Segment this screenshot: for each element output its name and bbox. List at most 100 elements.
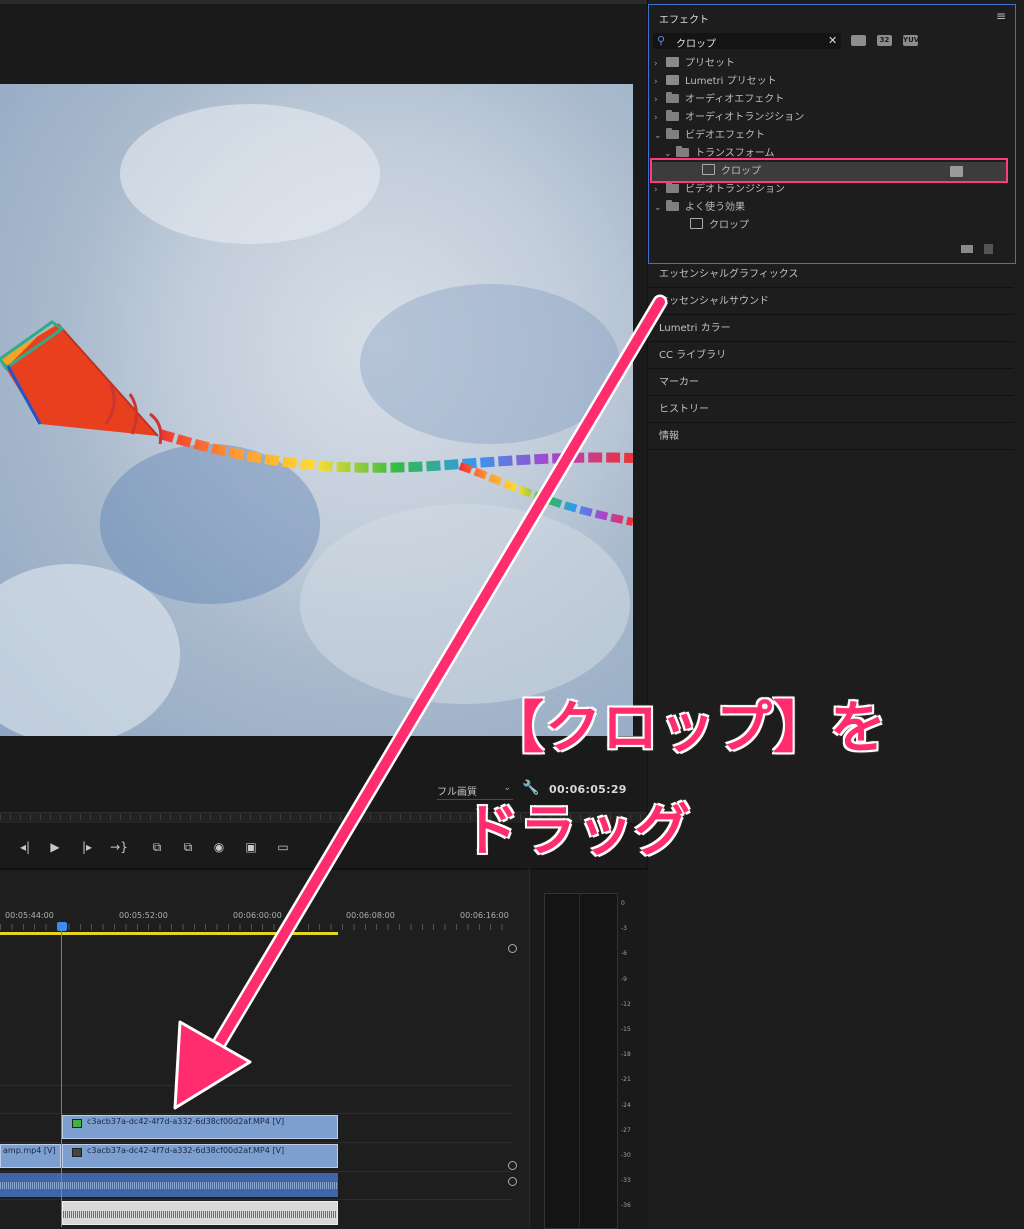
ruler-timecode: 00:05:44:00 — [5, 911, 54, 920]
chevron-right-icon[interactable]: › — [654, 73, 666, 91]
32bit-filter-icon[interactable]: 32 — [877, 35, 892, 46]
panel-tab[interactable]: Lumetri カラー — [648, 316, 1014, 342]
track-divider — [0, 1113, 512, 1114]
chevron-down-icon[interactable]: ⌄ — [654, 127, 666, 145]
effects-panel-title[interactable]: エフェクト — [659, 11, 709, 26]
tree-item-label: ビデオエフェクト — [685, 130, 765, 141]
ruler-timecode: 00:06:16:00 — [460, 911, 509, 920]
effect-folder[interactable]: ⌄ ビデオエフェクト — [654, 127, 765, 145]
waveform — [0, 1182, 61, 1189]
clip-v1[interactable]: c3acb37a-dc42-4f7d-a332-6d38cf00d2af.MP4… — [62, 1144, 338, 1168]
yuv-filter-icon[interactable]: YUV — [903, 35, 919, 46]
effect-folder[interactable]: › ビデオトランジション — [654, 181, 785, 199]
panel-tab[interactable]: エッセンシャルサウンド — [648, 289, 1014, 315]
fx-badge-icon — [72, 1148, 82, 1157]
annotation-line2: ドラッグ — [463, 799, 691, 864]
effect-folder[interactable]: › Lumetri プリセット — [654, 73, 777, 91]
scroll-handle[interactable] — [508, 944, 517, 953]
audio-meter — [544, 893, 618, 1229]
fx-badge-icon — [72, 1119, 82, 1128]
meter-db-label: -18 — [621, 1051, 631, 1059]
work-area-bar[interactable] — [0, 932, 338, 935]
panel-tab[interactable]: 情報 — [648, 424, 1014, 450]
track-divider — [0, 1085, 512, 1086]
meter-db-label: -6 — [621, 950, 627, 958]
playhead-line — [61, 930, 62, 1227]
meter-db-label: -30 — [621, 1152, 631, 1159]
trash-icon[interactable] — [984, 244, 993, 254]
effect-folder[interactable]: › オーディオエフェクト — [654, 91, 784, 109]
search-icon: ⚲ — [657, 34, 666, 47]
effect-folder[interactable]: › プリセット — [654, 55, 735, 73]
meter-db-label: -9 — [621, 975, 627, 983]
step-forward-icon[interactable]: |▸ — [76, 838, 98, 856]
tree-item-label: Lumetri プリセット — [685, 76, 777, 87]
meter-db-label: -3 — [621, 925, 627, 933]
panel-tab[interactable]: CC ライブラリ — [648, 343, 1014, 369]
meter-db-label: -33 — [621, 1177, 631, 1185]
meter-db-label: -15 — [621, 1026, 631, 1033]
accelerated-effects-filter-icon[interactable] — [851, 35, 866, 46]
meter-db-label: -21 — [621, 1076, 631, 1084]
effect-item[interactable]: クロップ — [678, 217, 749, 235]
tree-item-label: オーディオエフェクト — [685, 94, 785, 105]
chevron-right-icon[interactable]: › — [654, 109, 666, 127]
panel-tab[interactable]: マーカー — [648, 370, 1014, 396]
effects-search-value: クロップ — [676, 39, 716, 50]
tree-item-label: プリセット — [685, 58, 735, 69]
playhead-handle[interactable] — [57, 922, 67, 931]
folder-icon — [666, 92, 679, 103]
meter-db-label: 0 — [621, 900, 625, 907]
folder-icon — [666, 128, 679, 139]
chevron-right-icon[interactable]: › — [654, 91, 666, 109]
meter-db-label: -12 — [621, 1000, 631, 1008]
scroll-handle[interactable] — [508, 1161, 517, 1170]
track-divider — [0, 1199, 512, 1200]
meter-db-label: -36 — [621, 1202, 631, 1210]
effect-folder[interactable]: › オーディオトランジション — [654, 109, 804, 127]
annotation-line1: 【クロップ】を — [488, 696, 887, 761]
panel-tab[interactable]: ヒストリー — [648, 397, 1014, 423]
clip-v1-left[interactable]: amp.mp4 [V] — [0, 1144, 61, 1168]
scroll-handle[interactable] — [508, 1177, 517, 1186]
meter-divider — [579, 893, 580, 1227]
panel-menu-icon[interactable]: ≡ — [996, 9, 1006, 23]
chevron-right-icon[interactable]: › — [654, 55, 666, 73]
new-folder-icon[interactable] — [961, 245, 973, 253]
audio-clip-a1-left[interactable] — [0, 1173, 61, 1197]
folder-icon — [666, 182, 679, 193]
close-icon[interactable]: ✕ — [828, 34, 837, 47]
go-to-out-icon[interactable]: →} — [108, 838, 130, 856]
effect-folder[interactable]: ⌄ よく使う効果 — [654, 199, 745, 217]
audio-clip-a2[interactable] — [62, 1201, 338, 1225]
tree-item-label: ビデオトランジション — [685, 184, 785, 195]
folder-icon — [666, 110, 679, 121]
top-strip — [0, 0, 647, 4]
lift-icon[interactable]: ⧉ — [146, 838, 168, 856]
meter-db-label: -27 — [621, 1126, 631, 1134]
play-icon[interactable]: ▶ — [44, 838, 66, 856]
ruler-timecode: 00:06:00:00 — [233, 911, 282, 920]
chevron-down-icon[interactable]: ⌄ — [654, 199, 666, 217]
camera-icon[interactable]: ◉ — [208, 838, 230, 856]
preset-folder-icon — [666, 75, 679, 85]
ruler-timecode: 00:06:08:00 — [346, 911, 395, 920]
ruler-ticks — [0, 924, 512, 930]
panel-tab[interactable]: エッセンシャルグラフィックス — [648, 262, 1014, 288]
track-divider — [0, 1142, 512, 1143]
preset-folder-icon — [666, 57, 679, 67]
clip-v1-left-label: amp.mp4 [V] — [3, 1146, 56, 1155]
extract-icon[interactable]: ⧉ — [177, 838, 199, 856]
step-back-icon[interactable]: ◂| — [14, 838, 36, 856]
video-frame[interactable] — [0, 84, 633, 736]
chevron-right-icon[interactable]: › — [654, 181, 666, 199]
safe-margins-icon[interactable]: ▭ — [272, 838, 294, 856]
audio-clip-a1[interactable] — [62, 1173, 338, 1197]
compare-icon[interactable]: ▣ — [240, 838, 262, 856]
kite-image — [0, 320, 633, 526]
clip-v1-label: c3acb37a-dc42-4f7d-a332-6d38cf00d2af.MP4… — [87, 1146, 285, 1155]
folder-icon — [666, 200, 679, 211]
meter-db-label: -24 — [621, 1101, 631, 1109]
clip-v2[interactable]: c3acb37a-dc42-4f7d-a332-6d38cf00d2af.MP4… — [62, 1115, 338, 1139]
effect-icon — [690, 218, 703, 229]
